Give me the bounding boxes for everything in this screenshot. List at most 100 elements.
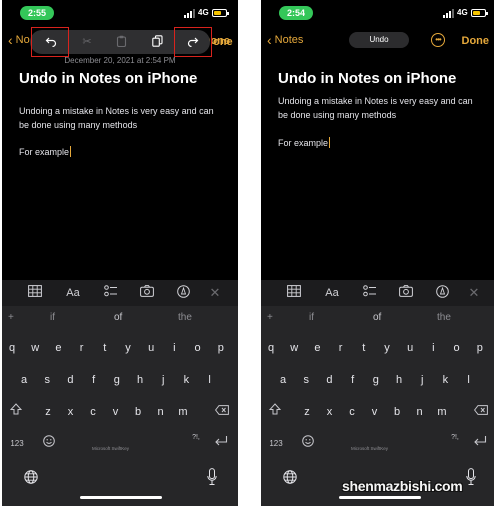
key-n[interactable]: n (412, 402, 428, 422)
key-x[interactable]: x (322, 402, 338, 422)
camera-icon[interactable] (397, 285, 415, 301)
key-r[interactable]: r (74, 338, 90, 358)
key-c[interactable]: c (344, 402, 360, 422)
checklist-icon[interactable] (361, 285, 379, 301)
key-p[interactable]: p (472, 338, 488, 358)
key-w[interactable]: w (27, 338, 43, 358)
key-z[interactable]: z (40, 402, 56, 422)
key-b[interactable]: b (130, 402, 146, 422)
key-e[interactable]: e (309, 338, 325, 358)
suggestion-plus[interactable]: + (8, 312, 14, 323)
numbers-key[interactable]: 123 (4, 434, 30, 454)
key-q[interactable]: q (4, 338, 20, 358)
key-o[interactable]: o (190, 338, 206, 358)
globe-icon[interactable] (283, 470, 297, 484)
key-d[interactable]: d (321, 370, 337, 390)
table-icon[interactable] (26, 285, 44, 301)
key-f[interactable]: f (86, 370, 102, 390)
done-button[interactable]: Done (462, 35, 490, 47)
key-t[interactable]: t (356, 338, 372, 358)
shift-icon[interactable] (6, 402, 26, 422)
key-v[interactable]: v (108, 402, 124, 422)
suggestion-left[interactable]: if (309, 312, 314, 323)
markup-icon[interactable] (433, 285, 451, 301)
key-u[interactable]: u (143, 338, 159, 358)
key-h[interactable]: h (391, 370, 407, 390)
key-y[interactable]: y (120, 338, 136, 358)
key-o[interactable]: o (449, 338, 465, 358)
more-options-icon[interactable]: ••• (431, 33, 445, 47)
checklist-icon[interactable] (102, 285, 120, 301)
key-u[interactable]: u (402, 338, 418, 358)
key-f[interactable]: f (345, 370, 361, 390)
key-s[interactable]: s (39, 370, 55, 390)
key-s[interactable]: s (298, 370, 314, 390)
key-e[interactable]: e (50, 338, 66, 358)
backspace-icon[interactable] (471, 402, 491, 422)
emoji-icon[interactable] (38, 434, 60, 454)
key-v[interactable]: v (367, 402, 383, 422)
key-w[interactable]: w (286, 338, 302, 358)
key-a[interactable]: a (16, 370, 32, 390)
key-m[interactable]: m (175, 402, 191, 422)
key-h[interactable]: h (132, 370, 148, 390)
microphone-icon[interactable] (207, 468, 217, 486)
camera-icon[interactable] (138, 285, 156, 301)
copy-icon[interactable] (150, 35, 164, 49)
back-button[interactable]: ‹ No (8, 33, 30, 47)
microphone-icon[interactable] (466, 468, 476, 486)
key-g[interactable]: g (109, 370, 125, 390)
key-r[interactable]: r (333, 338, 349, 358)
markup-icon[interactable] (174, 285, 192, 301)
close-icon[interactable]: ✕ (465, 285, 483, 301)
key-p[interactable]: p (213, 338, 229, 358)
table-icon[interactable] (285, 285, 303, 301)
text-format-icon[interactable]: Aa (323, 285, 341, 301)
suggestion-plus[interactable]: + (267, 312, 273, 323)
key-g[interactable]: g (368, 370, 384, 390)
key-l[interactable]: l (202, 370, 218, 390)
key-z[interactable]: z (299, 402, 315, 422)
numbers-key[interactable]: 123 (263, 434, 289, 454)
key-j[interactable]: j (414, 370, 430, 390)
key-c[interactable]: c (85, 402, 101, 422)
shift-icon[interactable] (265, 402, 285, 422)
key-j[interactable]: j (155, 370, 171, 390)
key-l[interactable]: l (461, 370, 477, 390)
key-m[interactable]: m (434, 402, 450, 422)
chevron-left-icon: ‹ (267, 32, 272, 48)
key-i[interactable]: i (425, 338, 441, 358)
punctuation-key[interactable]: ?!, (186, 428, 206, 448)
text-format-icon[interactable]: Aa (64, 285, 82, 301)
keyboard-brand: Microsoft SwiftKey (92, 446, 130, 451)
key-i[interactable]: i (166, 338, 182, 358)
key-n[interactable]: n (153, 402, 169, 422)
return-icon[interactable] (469, 434, 491, 454)
suggestion-middle[interactable]: of (373, 312, 381, 323)
note-example[interactable]: For example (19, 146, 72, 157)
key-x[interactable]: x (63, 402, 79, 422)
suggestion-left[interactable]: if (50, 312, 55, 323)
note-example[interactable]: For example (278, 137, 331, 148)
key-q[interactable]: q (263, 338, 279, 358)
status-time: 2:54 (279, 6, 313, 20)
key-k[interactable]: k (437, 370, 453, 390)
undo-button[interactable]: Undo (349, 32, 409, 48)
suggestion-right[interactable]: the (437, 312, 451, 323)
key-y[interactable]: y (379, 338, 395, 358)
punctuation-key[interactable]: ?!, (445, 428, 465, 448)
return-icon[interactable] (210, 434, 232, 454)
key-k[interactable]: k (178, 370, 194, 390)
done-button-partial[interactable]: one (213, 36, 233, 48)
key-a[interactable]: a (275, 370, 291, 390)
suggestion-middle[interactable]: of (114, 312, 122, 323)
back-button[interactable]: ‹ Notes (267, 32, 303, 48)
key-b[interactable]: b (389, 402, 405, 422)
key-t[interactable]: t (97, 338, 113, 358)
backspace-icon[interactable] (212, 402, 232, 422)
emoji-icon[interactable] (297, 434, 319, 454)
close-icon[interactable]: ✕ (206, 285, 224, 301)
key-d[interactable]: d (62, 370, 78, 390)
globe-icon[interactable] (24, 470, 38, 484)
suggestion-right[interactable]: the (178, 312, 192, 323)
